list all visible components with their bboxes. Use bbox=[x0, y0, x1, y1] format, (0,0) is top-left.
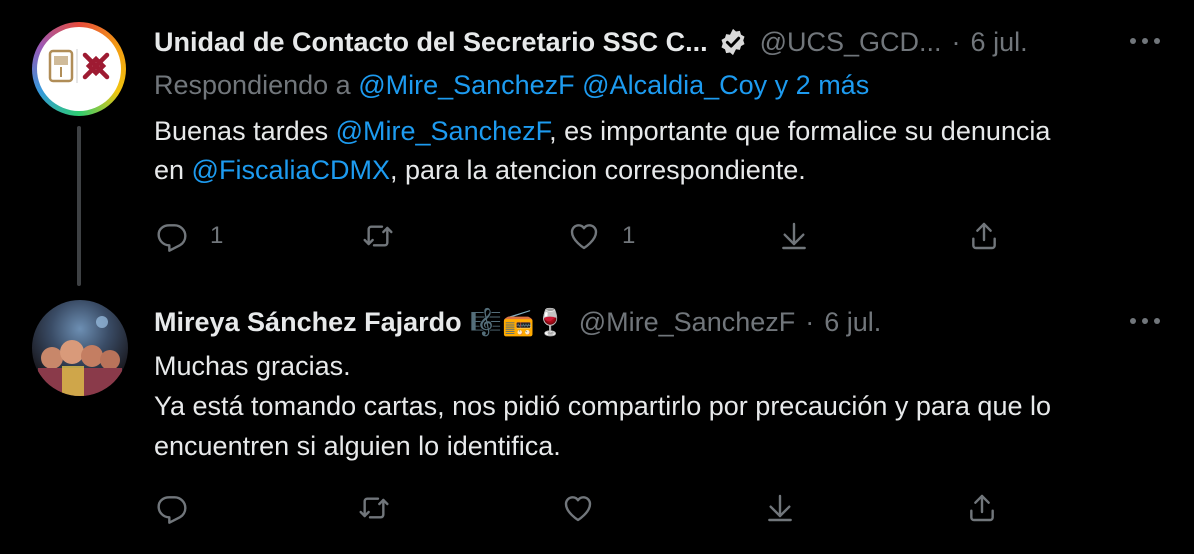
tweet-ucs[interactable]: Unidad de Contacto del Secretario SSC C.… bbox=[0, 0, 1194, 286]
separator-dot: · bbox=[805, 306, 815, 337]
tweet-mireya[interactable]: Mireya Sánchez Fajardo 🎼📻🍷 @Mire_Sanchez… bbox=[0, 280, 1194, 554]
text-segment: , para la atencion correspondiente. bbox=[389, 155, 806, 185]
replying-mentions[interactable]: @Mire_SanchezF @Alcaldia_Coy y 2 más bbox=[358, 70, 869, 100]
share-button[interactable] bbox=[968, 216, 1000, 256]
mention-link[interactable]: @Mire_SanchezF bbox=[336, 116, 550, 146]
reply-icon bbox=[157, 496, 187, 524]
text-line: Muchas gracias. bbox=[154, 351, 351, 381]
separator-dot: · bbox=[951, 26, 961, 57]
text-line: encuentren si alguien lo identifica. bbox=[154, 431, 561, 461]
name-emojis: 🎼📻🍷 bbox=[469, 306, 567, 337]
retweet-icon bbox=[363, 225, 393, 247]
text-line: Ya está tomando cartas, nos pidió compar… bbox=[154, 391, 1051, 421]
author-name[interactable]: Unidad de Contacto del Secretario SSC C.… bbox=[154, 27, 708, 58]
author-name[interactable]: Mireya Sánchez Fajardo bbox=[154, 307, 462, 338]
like-count: 1 bbox=[622, 222, 636, 249]
retweet-icon bbox=[359, 497, 389, 519]
tweet-text: Muchas gracias. Ya está tomando cartas, … bbox=[154, 346, 1051, 466]
reply-button[interactable]: 1 bbox=[156, 216, 223, 256]
ucs-logo-icon bbox=[48, 49, 110, 83]
tweet-date[interactable]: 6 jul. bbox=[824, 307, 881, 338]
tweet-date[interactable]: 6 jul. bbox=[971, 27, 1028, 58]
reply-button[interactable] bbox=[156, 488, 210, 528]
concert-photo-icon bbox=[38, 316, 122, 396]
retweet-button[interactable] bbox=[358, 488, 412, 528]
verified-icon bbox=[721, 28, 745, 56]
download-button[interactable] bbox=[764, 488, 796, 528]
retweet-button[interactable] bbox=[362, 216, 416, 256]
action-bar bbox=[152, 488, 1012, 528]
text-segment: Buenas tardes bbox=[154, 116, 336, 146]
text-segment: en bbox=[154, 155, 192, 185]
author-handle[interactable]: @UCS_GCD... bbox=[760, 27, 942, 58]
share-button[interactable] bbox=[966, 488, 998, 528]
download-icon bbox=[768, 494, 792, 522]
like-button[interactable]: 1 bbox=[568, 216, 635, 256]
replying-to: Respondiendo a @Mire_SanchezF @Alcaldia_… bbox=[154, 70, 869, 101]
share-icon bbox=[970, 494, 994, 522]
share-icon bbox=[972, 222, 996, 250]
action-bar: 1 1 bbox=[152, 216, 1012, 256]
text-segment: , es importante que formalice su denunci… bbox=[549, 116, 1051, 146]
download-icon bbox=[782, 222, 806, 250]
tweet-text: Buenas tardes @Mire_SanchezF, es importa… bbox=[154, 112, 1050, 190]
reply-icon bbox=[157, 224, 187, 252]
reply-count: 1 bbox=[210, 222, 224, 249]
avatar-ucs[interactable] bbox=[32, 22, 126, 116]
mention-link[interactable]: @FiscaliaCDMX bbox=[192, 155, 390, 185]
tweet-header: Mireya Sánchez Fajardo 🎼📻🍷 @Mire_Sanchez… bbox=[154, 304, 881, 340]
tweet-header: Unidad de Contacto del Secretario SSC C.… bbox=[154, 24, 1028, 60]
author-handle[interactable]: @Mire_SanchezF bbox=[579, 307, 796, 338]
like-icon bbox=[564, 496, 592, 522]
like-icon bbox=[570, 224, 598, 250]
more-icon[interactable] bbox=[1128, 36, 1162, 46]
thread-line bbox=[77, 126, 81, 286]
replying-prefix: Respondiendo a bbox=[154, 70, 351, 100]
more-icon[interactable] bbox=[1128, 316, 1162, 326]
like-button[interactable] bbox=[562, 488, 616, 528]
download-button[interactable] bbox=[778, 216, 810, 256]
avatar-mireya[interactable] bbox=[32, 300, 128, 396]
